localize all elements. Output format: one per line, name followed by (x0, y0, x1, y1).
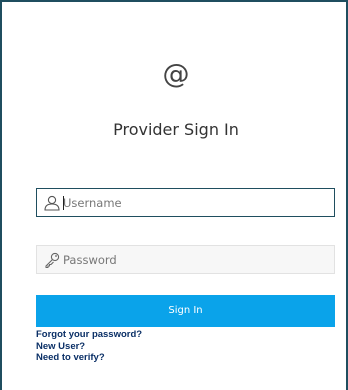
new-user-link[interactable]: New User? (36, 341, 142, 353)
forgot-password-link[interactable]: Forgot your password? (36, 329, 142, 341)
password-field[interactable] (36, 245, 335, 274)
password-input[interactable] (63, 246, 328, 273)
username-input[interactable] (63, 189, 328, 216)
sign-in-button[interactable]: Sign In (36, 295, 335, 327)
need-to-verify-link[interactable]: Need to verify? (36, 352, 142, 364)
key-icon (43, 251, 61, 269)
help-links: Forgot your password? New User? Need to … (36, 329, 142, 364)
username-field[interactable] (36, 188, 335, 217)
user-icon (43, 194, 61, 212)
at-sign-logo: @ (162, 59, 190, 90)
page-title: Provider Sign In (113, 120, 239, 139)
signin-frame: @ Provider Sign In Sign In Forgot your p… (0, 0, 348, 390)
